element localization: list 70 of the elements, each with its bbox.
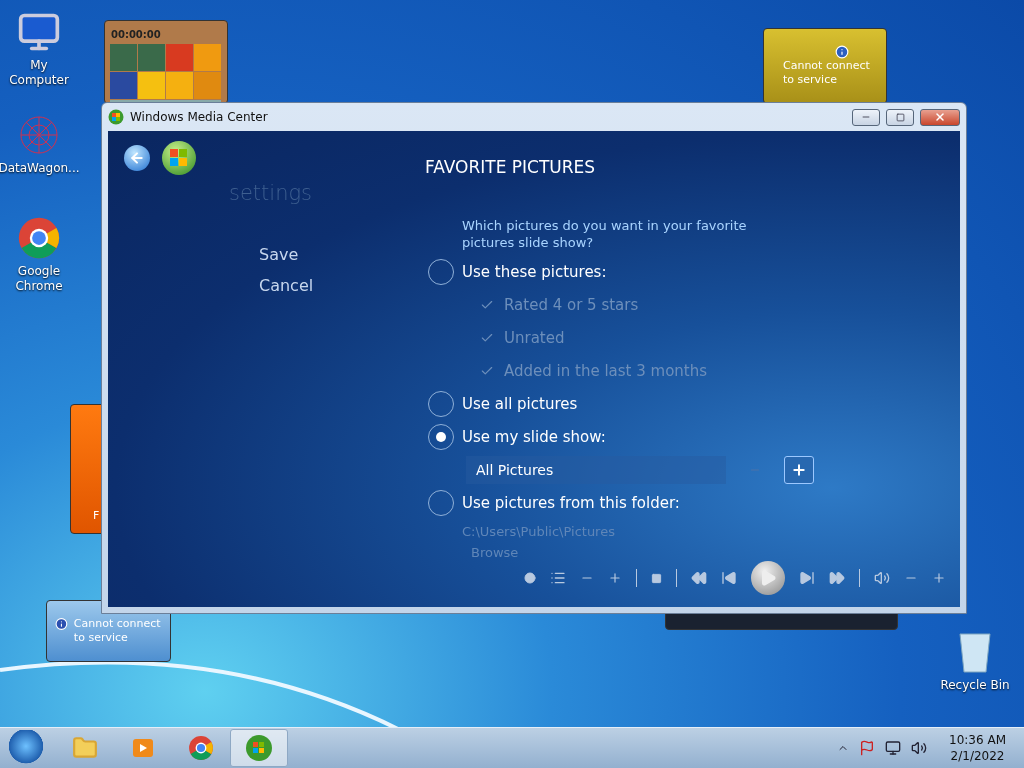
play-icon [759,569,777,587]
windows-logo-icon [170,149,188,167]
record-button[interactable] [524,572,536,584]
play-button[interactable] [751,561,785,595]
chrome-icon [188,735,214,761]
option-label: Unrated [504,328,565,347]
option-label: Added in the last 3 months [504,361,708,380]
skip-back-button[interactable] [721,570,737,586]
info-icon [835,45,849,59]
maximize-button[interactable] [886,108,914,126]
recycle-bin-icon [957,630,993,674]
close-button[interactable] [920,108,960,126]
speaker-icon [874,570,890,586]
chrome-icon [17,216,61,260]
media-player-icon [131,736,155,760]
plus-icon [791,461,807,478]
network-icon[interactable] [885,740,902,756]
maximize-icon [895,112,905,122]
option-label: Use pictures from this folder: [462,493,680,512]
option-label: Use all pictures [462,394,578,413]
back-button[interactable] [124,145,150,171]
skip-forward-button[interactable] [799,570,815,586]
media-center-icon [108,109,124,125]
gadget-message: Cannot connect to service [783,59,871,87]
plus-icon [608,571,622,585]
skip-back-icon [721,570,737,586]
stop-button[interactable] [651,572,662,584]
folder-path: C:\Users\Public\Pictures [461,522,616,541]
start-orb-button[interactable] [162,141,196,175]
page-heading: FAVORITE PICTURES [425,157,597,177]
folder-icon [72,735,98,761]
record-icon [524,572,536,584]
volume-up-button[interactable] [932,571,946,585]
channel-up-button[interactable] [608,571,622,585]
network-graph-icon [17,113,61,157]
desktop-icon-label[interactable]: Recycle Bin [940,678,1010,693]
desktop-icon-label[interactable]: My Computer [0,58,78,88]
flag-icon[interactable] [859,740,876,756]
taskbar-app[interactable] [230,729,288,767]
window-title: Windows Media Center [130,110,269,124]
clock-date[interactable]: 2/1/2022 [950,748,1005,764]
fast-forward-icon [829,570,845,586]
option-label: Use my slide show: [462,427,606,446]
stop-icon [651,572,662,584]
fast-forward-button[interactable] [829,570,845,586]
option-label: Use these pictures: [462,262,607,281]
media-center-icon [245,734,273,762]
plus-icon [932,571,946,585]
rewind-icon [691,570,707,586]
skip-forward-icon [799,570,815,586]
option-label: Rated 4 or 5 stars [504,295,639,314]
increase-button[interactable] [784,455,814,484]
question-text: Which pictures do you want in your favorite pictures slide show? [462,217,748,251]
minimize-button[interactable] [852,108,880,126]
volume-icon[interactable] [911,740,928,756]
list-icon [550,570,566,586]
note-text: F [93,509,101,523]
gadget-message: Cannot connect to service [73,617,162,645]
menu-item[interactable]: Save [259,245,299,264]
close-icon [934,111,946,123]
rewind-button[interactable] [691,570,707,586]
slideshow-value: All Pictures [466,455,726,484]
desktop-icon-label[interactable]: Google Chrome [0,264,78,294]
desktop-icon-label[interactable]: DataWagon... [0,161,80,176]
clock-time[interactable]: 10:36 AM [949,732,1006,748]
volume-button[interactable] [874,570,890,586]
puzzle-timer: 00:00:00 [111,29,161,40]
guide-button[interactable] [550,570,566,586]
menu-item[interactable]: Cancel [259,276,314,295]
info-icon [55,617,68,631]
